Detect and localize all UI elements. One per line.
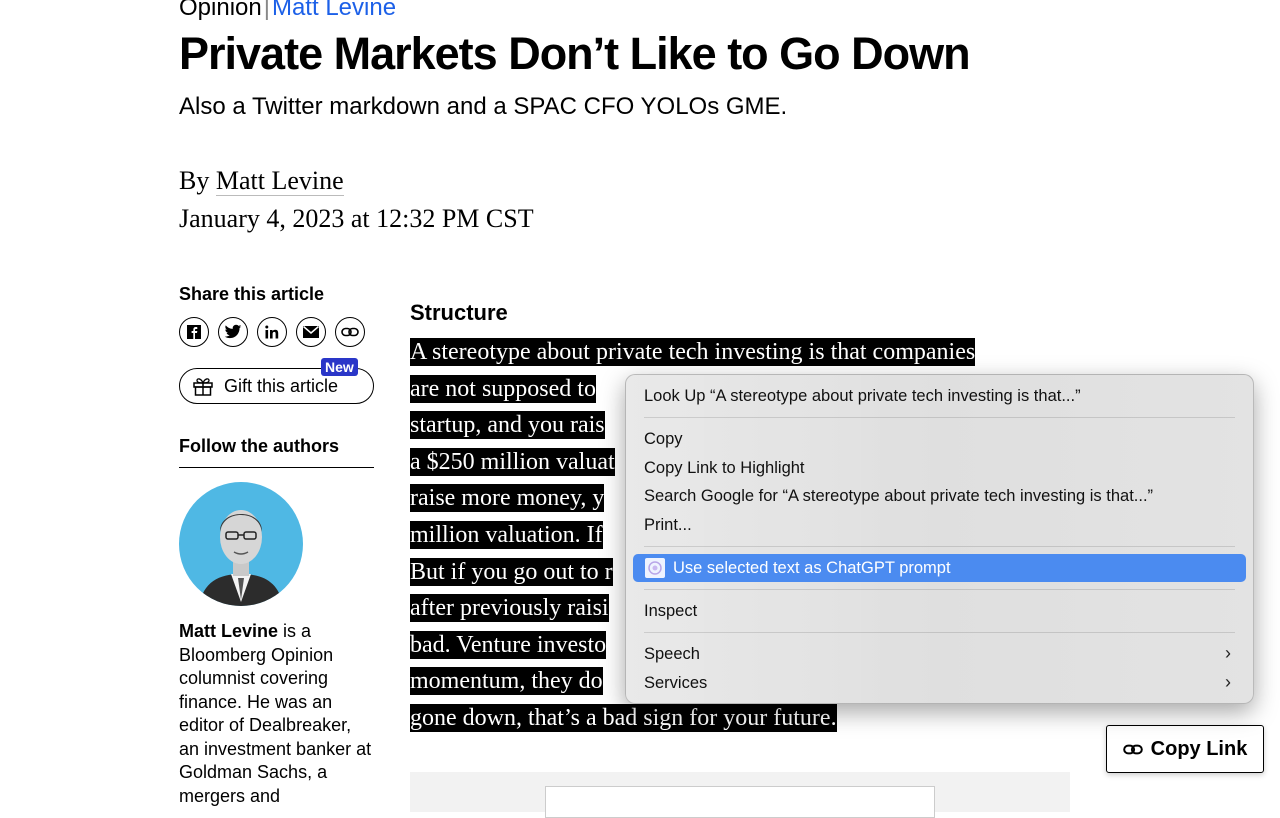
kicker: Opinion|Matt Levine	[179, 0, 396, 22]
author-link[interactable]: Matt Levine	[272, 0, 396, 21]
menu-item-search-google[interactable]: Search Google for “A stereotype about pr…	[644, 487, 1153, 506]
copy-link-label: Copy Link	[1150, 737, 1248, 760]
gift-icon	[193, 378, 213, 396]
menu-item-inspect[interactable]: Inspect	[644, 602, 697, 621]
menu-divider	[644, 589, 1235, 590]
menu-item-look-up[interactable]: Look Up “A stereotype about private tech…	[644, 387, 1081, 406]
byline-prefix: By	[179, 166, 210, 195]
byline-author-link[interactable]: Matt Levine	[215, 166, 344, 196]
email-share-button[interactable]	[296, 317, 326, 347]
facebook-icon	[187, 325, 201, 339]
headline: Private Markets Don’t Like to Go Down	[179, 28, 971, 79]
share-title: Share this article	[179, 284, 325, 304]
link-icon	[1122, 744, 1143, 754]
body-line: gone down, that’s a bad sign for your fu…	[410, 703, 837, 732]
byline: By Matt Levine	[179, 166, 344, 196]
menu-item-copy-link-to-highlight[interactable]: Copy Link to Highlight	[644, 459, 805, 478]
context-menu: Look Up “A stereotype about private tech…	[625, 374, 1254, 704]
menu-item-chatgpt-prompt[interactable]: Use selected text as ChatGPT prompt	[633, 554, 1246, 582]
link-icon	[341, 327, 359, 337]
follow-authors-title: Follow the authors	[179, 436, 339, 456]
section-label[interactable]: Opinion	[179, 0, 262, 21]
author-avatar[interactable]	[179, 482, 303, 606]
follow-divider	[179, 467, 374, 468]
twitter-share-button[interactable]	[218, 317, 248, 347]
publish-date: January 4, 2023 at 12:32 PM CST	[179, 204, 534, 233]
menu-item-copy[interactable]: Copy	[644, 430, 683, 449]
section-heading: Structure	[410, 300, 508, 325]
linkedin-icon	[265, 325, 279, 339]
email-icon	[303, 325, 319, 338]
chevron-right-icon: ›	[1225, 643, 1231, 663]
chevron-right-icon: ›	[1225, 672, 1231, 692]
embedded-content-frame	[545, 786, 935, 818]
bio-author-name[interactable]: Matt Levine	[179, 621, 278, 641]
new-badge: New	[321, 358, 358, 376]
twitter-icon	[224, 324, 242, 339]
dek: Also a Twitter markdown and a SPAC CFO Y…	[179, 93, 788, 120]
copy-link-button[interactable]: Copy Link	[1106, 725, 1264, 773]
menu-divider	[644, 546, 1235, 547]
copy-link-share-button[interactable]	[335, 317, 365, 347]
share-buttons	[179, 317, 365, 347]
menu-item-speech[interactable]: Speech	[644, 645, 700, 664]
menu-item-chatgpt-label: Use selected text as ChatGPT prompt	[673, 558, 951, 577]
bio-text: is a Bloomberg Opinion columnist coverin…	[179, 621, 372, 806]
author-bio: Matt Levine is a Bloomberg Opinion colum…	[179, 620, 374, 808]
menu-divider	[644, 417, 1235, 418]
kicker-separator: |	[263, 0, 270, 21]
facebook-share-button[interactable]	[179, 317, 209, 347]
body-line: A stereotype about private tech investin…	[410, 338, 976, 366]
menu-item-services[interactable]: Services	[644, 674, 707, 693]
linkedin-share-button[interactable]	[257, 317, 287, 347]
author-portrait	[199, 510, 283, 606]
chatgpt-icon	[645, 558, 665, 578]
menu-item-print[interactable]: Print...	[644, 516, 692, 535]
gift-article-label: Gift this article	[224, 375, 339, 396]
menu-divider	[644, 632, 1235, 633]
